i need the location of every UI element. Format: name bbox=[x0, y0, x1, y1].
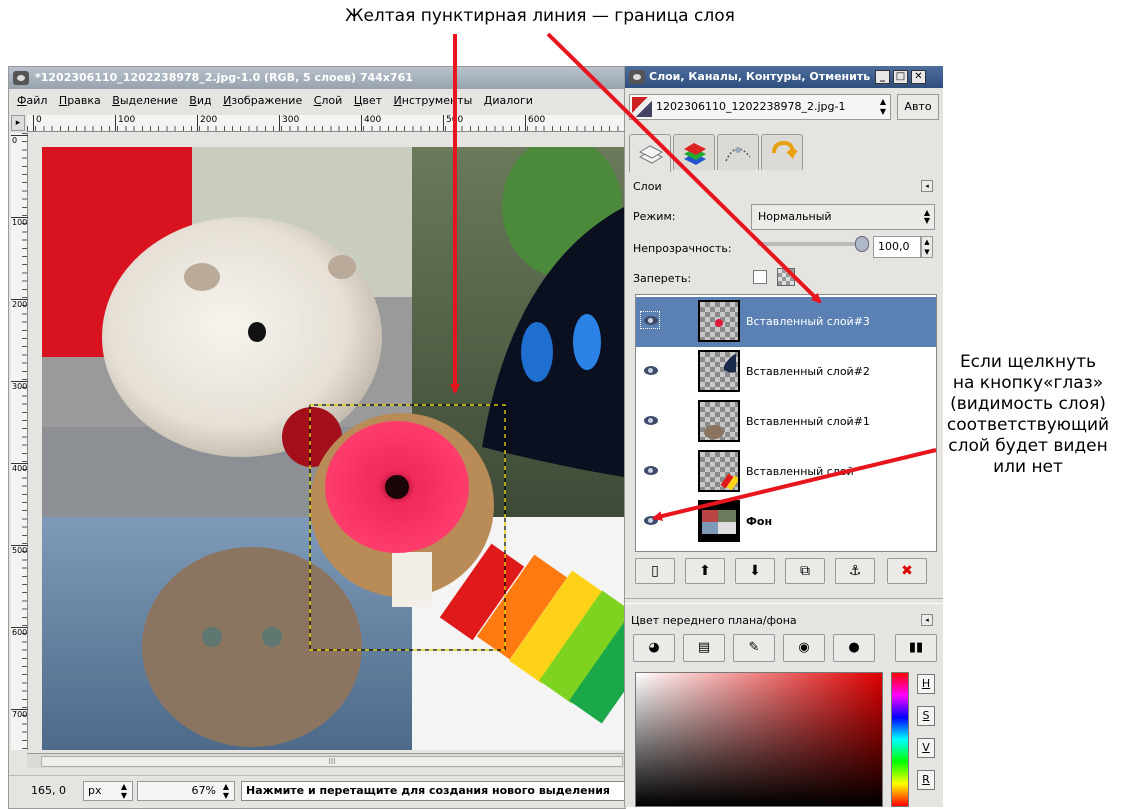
arrow-to-eye-button bbox=[652, 448, 937, 521]
annotation-arrows bbox=[450, 32, 937, 521]
arrow-to-selected-layer bbox=[546, 32, 822, 304]
